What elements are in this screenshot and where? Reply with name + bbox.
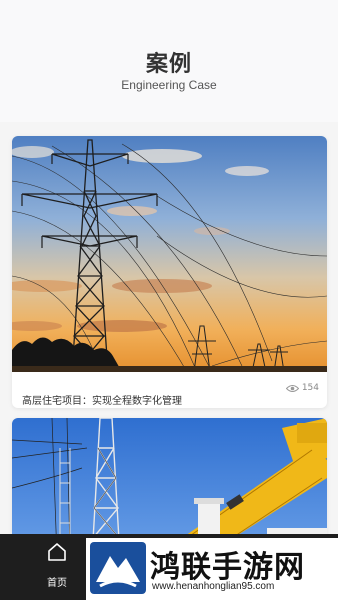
page-header: 案例 Engineering Case xyxy=(0,0,338,122)
home-icon xyxy=(48,543,66,561)
watermark-url: www.henanhonglian95.com xyxy=(152,581,275,592)
case-card[interactable]: 154 高层住宅项目：实现全程数字化管理 xyxy=(12,136,327,408)
view-count-value: 154 xyxy=(301,383,319,393)
page-subtitle: Engineering Case xyxy=(121,78,217,92)
page-title: 案例 xyxy=(145,52,192,77)
site-watermark: 鸿联手游网 www.henanhonglian95.com xyxy=(86,538,338,600)
case-photo-tower-sunset xyxy=(12,136,327,372)
view-count: 154 xyxy=(285,383,319,393)
eye-icon xyxy=(285,384,299,392)
tab-home[interactable]: 首页 xyxy=(30,534,84,600)
watermark-logo xyxy=(90,542,146,594)
case-caption: 高层住宅项目：实现全程数字化管理 xyxy=(22,396,182,407)
watermark-title: 鸿联手游网 xyxy=(150,550,305,585)
tab-home-label: 首页 xyxy=(47,578,67,589)
